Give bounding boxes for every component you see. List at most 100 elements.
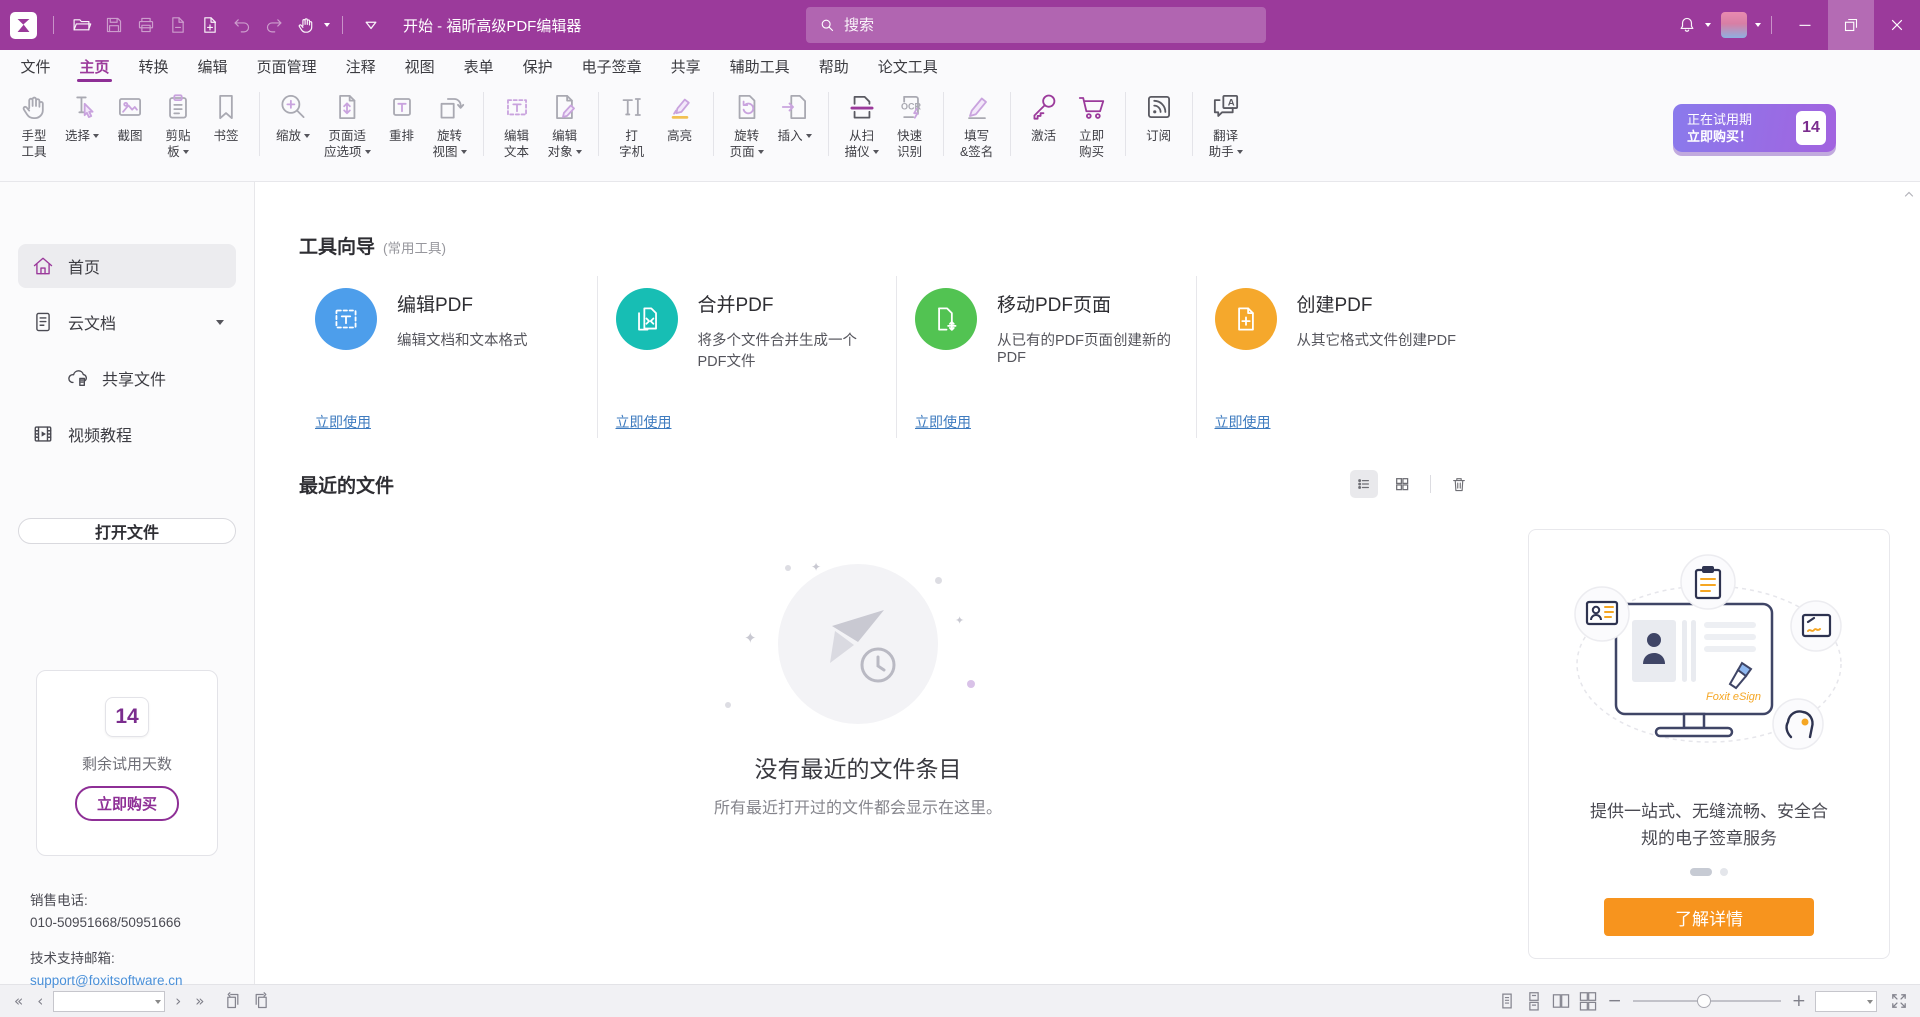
trial-badge[interactable]: 正在试用期 立即购买！ 14 <box>1673 104 1836 152</box>
clear-recent-trash-icon[interactable] <box>1445 470 1473 498</box>
menu-help[interactable]: 帮助 <box>804 50 863 82</box>
clipboard-copy-icon[interactable] <box>250 990 272 1012</box>
insert-dropdown-caret[interactable] <box>806 134 812 138</box>
list-view-button[interactable] <box>1350 470 1378 498</box>
clipboard-dropdown-caret[interactable] <box>183 150 189 154</box>
page-add-button[interactable] <box>198 13 222 37</box>
select-dropdown-caret[interactable] <box>93 134 99 138</box>
tool-hand[interactable]: 手型工具 <box>10 90 58 160</box>
zoom-dropdown-caret[interactable] <box>304 134 310 138</box>
use-now-link[interactable]: 立即使用 <box>315 412 579 432</box>
restore-button[interactable] <box>1828 0 1874 50</box>
chevron-down-icon[interactable] <box>359 13 383 37</box>
search-box[interactable] <box>806 7 1266 43</box>
tool-subscribe[interactable]: 订阅 <box>1135 90 1183 144</box>
tool-edit-text[interactable]: 编辑文本 <box>493 90 541 160</box>
undo-button[interactable] <box>230 13 254 37</box>
menu-page-organize[interactable]: 页面管理 <box>242 50 331 82</box>
tool-edit-object[interactable]: 编辑对象 <box>541 90 589 160</box>
sidebar-item-cloud-docs[interactable]: 云文档 <box>18 300 236 344</box>
menu-comment[interactable]: 注释 <box>331 50 390 82</box>
tool-from-scanner[interactable]: 从扫描仪 <box>838 90 886 160</box>
menu-protect[interactable]: 保护 <box>508 50 567 82</box>
support-email-link[interactable]: support@foxitsoftware.cn <box>30 973 183 988</box>
menu-edit[interactable]: 编辑 <box>183 50 242 82</box>
redo-button[interactable] <box>262 13 286 37</box>
menu-esign[interactable]: 电子签章 <box>567 50 656 82</box>
facing-continuous-view-icon[interactable] <box>1577 990 1599 1012</box>
minimize-button[interactable] <box>1782 0 1828 50</box>
rotate-pages-dropdown-caret[interactable] <box>758 150 764 154</box>
use-now-link[interactable]: 立即使用 <box>616 412 879 432</box>
tool-fill-sign[interactable]: 填写&签名 <box>953 90 1001 160</box>
menu-form[interactable]: 表单 <box>449 50 508 82</box>
bell-dropdown-caret[interactable] <box>1705 23 1711 27</box>
page-number-input[interactable] <box>54 992 164 1011</box>
sidebar-item-shared-files[interactable]: 共享文件 <box>52 356 236 400</box>
close-button[interactable] <box>1874 0 1920 50</box>
search-input[interactable] <box>844 17 1254 34</box>
notifications-bell-icon[interactable] <box>1675 13 1699 37</box>
quick-hand-button[interactable] <box>294 13 318 37</box>
tool-highlight[interactable]: 高亮 <box>656 90 704 144</box>
zoom-level-dropdown-caret[interactable] <box>1867 1000 1873 1004</box>
facing-view-icon[interactable] <box>1550 990 1572 1012</box>
tool-bookmark[interactable]: 书签 <box>202 90 250 144</box>
tool-typewriter[interactable]: 打字机 <box>608 90 656 160</box>
snapshot-icon[interactable] <box>222 990 244 1012</box>
use-now-link[interactable]: 立即使用 <box>1215 412 1478 432</box>
menu-share[interactable]: 共享 <box>656 50 715 82</box>
menu-file[interactable]: 文件 <box>6 50 65 82</box>
continuous-view-icon[interactable] <box>1523 990 1545 1012</box>
first-page-button[interactable]: « <box>10 992 27 1010</box>
zoom-in-button[interactable]: + <box>1788 991 1810 1011</box>
from-scanner-dropdown-caret[interactable] <box>873 150 879 154</box>
quick-hand-dropdown-caret[interactable] <box>324 23 330 27</box>
last-page-button[interactable]: » <box>191 992 208 1010</box>
rotate-view-dropdown-caret[interactable] <box>461 150 467 154</box>
next-page-button[interactable]: › <box>171 992 185 1010</box>
menu-view[interactable]: 视图 <box>390 50 449 82</box>
tool-rotate-view[interactable]: 旋转视图 <box>426 90 474 160</box>
page-remove-button[interactable] <box>166 13 190 37</box>
tool-clipboard[interactable]: 剪贴板 <box>154 90 202 160</box>
tool-activate[interactable]: 激活 <box>1020 90 1068 144</box>
menu-paper-tools[interactable]: 论文工具 <box>863 50 952 82</box>
translate-assistant-dropdown-caret[interactable] <box>1237 150 1243 154</box>
tool-snapshot[interactable]: 截图 <box>106 90 154 144</box>
save-button[interactable] <box>102 13 126 37</box>
user-avatar[interactable] <box>1721 12 1747 38</box>
print-button[interactable] <box>134 13 158 37</box>
carousel-dot-active[interactable] <box>1690 868 1712 876</box>
tool-select[interactable]: 选择 <box>58 90 106 144</box>
tool-quick-ocr[interactable]: OCR快速识别 <box>886 90 934 160</box>
menu-convert[interactable]: 转换 <box>124 50 183 82</box>
tool-reflow[interactable]: 重排 <box>378 90 426 144</box>
tool-zoom[interactable]: 缩放 <box>269 90 317 144</box>
tool-fit-options[interactable]: 页面适应选项 <box>317 90 378 160</box>
tool-buy-now[interactable]: 立即购买 <box>1068 90 1116 160</box>
fullscreen-fit-icon[interactable] <box>1888 990 1910 1012</box>
menu-accessibility[interactable]: 辅助工具 <box>715 50 804 82</box>
learn-more-button[interactable]: 了解详情 <box>1604 898 1814 936</box>
sidebar-item-home[interactable]: 首页 <box>18 244 236 288</box>
open-file-button[interactable]: 打开文件 <box>18 518 236 544</box>
grid-view-button[interactable] <box>1388 470 1416 498</box>
zoom-out-button[interactable]: − <box>1604 991 1626 1011</box>
sidebar-item-video-tutorials[interactable]: 视频教程 <box>18 412 236 456</box>
scroll-up-icon[interactable] <box>1901 186 1917 202</box>
tool-insert[interactable]: 插入 <box>771 90 819 144</box>
single-page-view-icon[interactable] <box>1496 990 1518 1012</box>
cloud-docs-dropdown-caret[interactable] <box>216 320 224 325</box>
tool-rotate-pages[interactable]: 旋转页面 <box>723 90 771 160</box>
menu-home[interactable]: 主页 <box>65 50 124 82</box>
carousel-dot[interactable] <box>1720 868 1728 876</box>
edit-object-dropdown-caret[interactable] <box>576 150 582 154</box>
avatar-dropdown-caret[interactable] <box>1755 23 1761 27</box>
previous-page-button[interactable]: ‹ <box>33 992 47 1010</box>
fit-options-dropdown-caret[interactable] <box>365 150 371 154</box>
buy-now-pill-button[interactable]: 立即购买 <box>75 786 179 821</box>
use-now-link[interactable]: 立即使用 <box>915 412 1178 432</box>
zoom-slider[interactable] <box>1633 991 1781 1011</box>
page-number-dropdown-caret[interactable] <box>155 1000 161 1004</box>
